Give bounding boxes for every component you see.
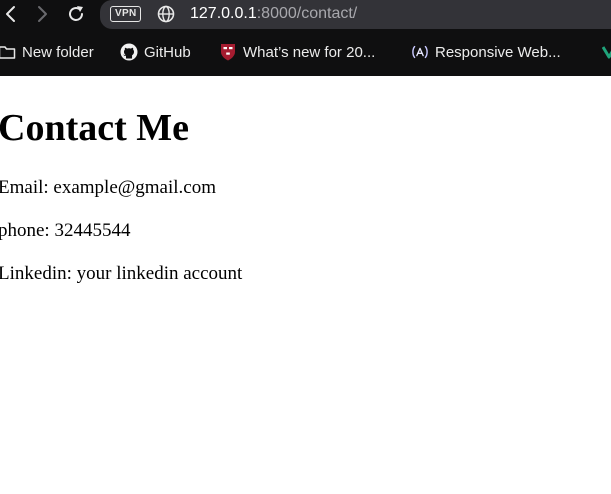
email-line: Email: example@gmail.com [0, 177, 216, 198]
bookmark-label: New folder [22, 43, 94, 61]
bookmarks-bar: New folder GitHub What’s new for 20... R… [0, 30, 611, 76]
chevron-right-icon [38, 6, 47, 22]
folder-icon [0, 43, 16, 61]
bookmark-github[interactable]: GitHub [120, 42, 191, 62]
vpn-badge[interactable]: VPN [110, 6, 142, 22]
github-icon [120, 43, 138, 61]
bookmark-harvard[interactable]: What’s new for 20... [219, 42, 375, 62]
reload-icon [69, 6, 83, 21]
address-bar[interactable]: VPN 127.0.0.1:8000/contact/ [100, 0, 611, 29]
harvard-shield-icon [219, 43, 237, 61]
forward-button[interactable] [31, 3, 53, 25]
url-host: 127.0.0.1 [190, 5, 257, 22]
linkedin-line: Linkedin: your linkedin account [0, 263, 243, 284]
back-button[interactable] [0, 3, 22, 25]
bookmark-label: What’s new for 20... [243, 43, 376, 61]
freecodecamp-icon [411, 43, 429, 61]
reload-button[interactable] [65, 3, 87, 25]
url-text[interactable]: 127.0.0.1:8000/contact/ [190, 4, 357, 24]
url-path: :8000/contact/ [256, 5, 358, 22]
globe-icon [157, 5, 175, 23]
browser-toolbar: VPN 127.0.0.1:8000/contact/ [0, 0, 611, 30]
bookmark-new-folder[interactable]: New folder [0, 42, 94, 62]
green-v-icon [600, 43, 611, 61]
phone-line: phone: 32445544 [0, 220, 131, 241]
chevron-left-icon [6, 6, 15, 22]
page-title: Contact Me [0, 107, 189, 149]
bookmark-label: Responsive Web... [435, 43, 561, 61]
bookmark-overflow[interactable] [600, 42, 611, 62]
bookmark-label: GitHub [144, 43, 191, 61]
bookmark-responsive-web[interactable]: Responsive Web... [411, 42, 561, 62]
